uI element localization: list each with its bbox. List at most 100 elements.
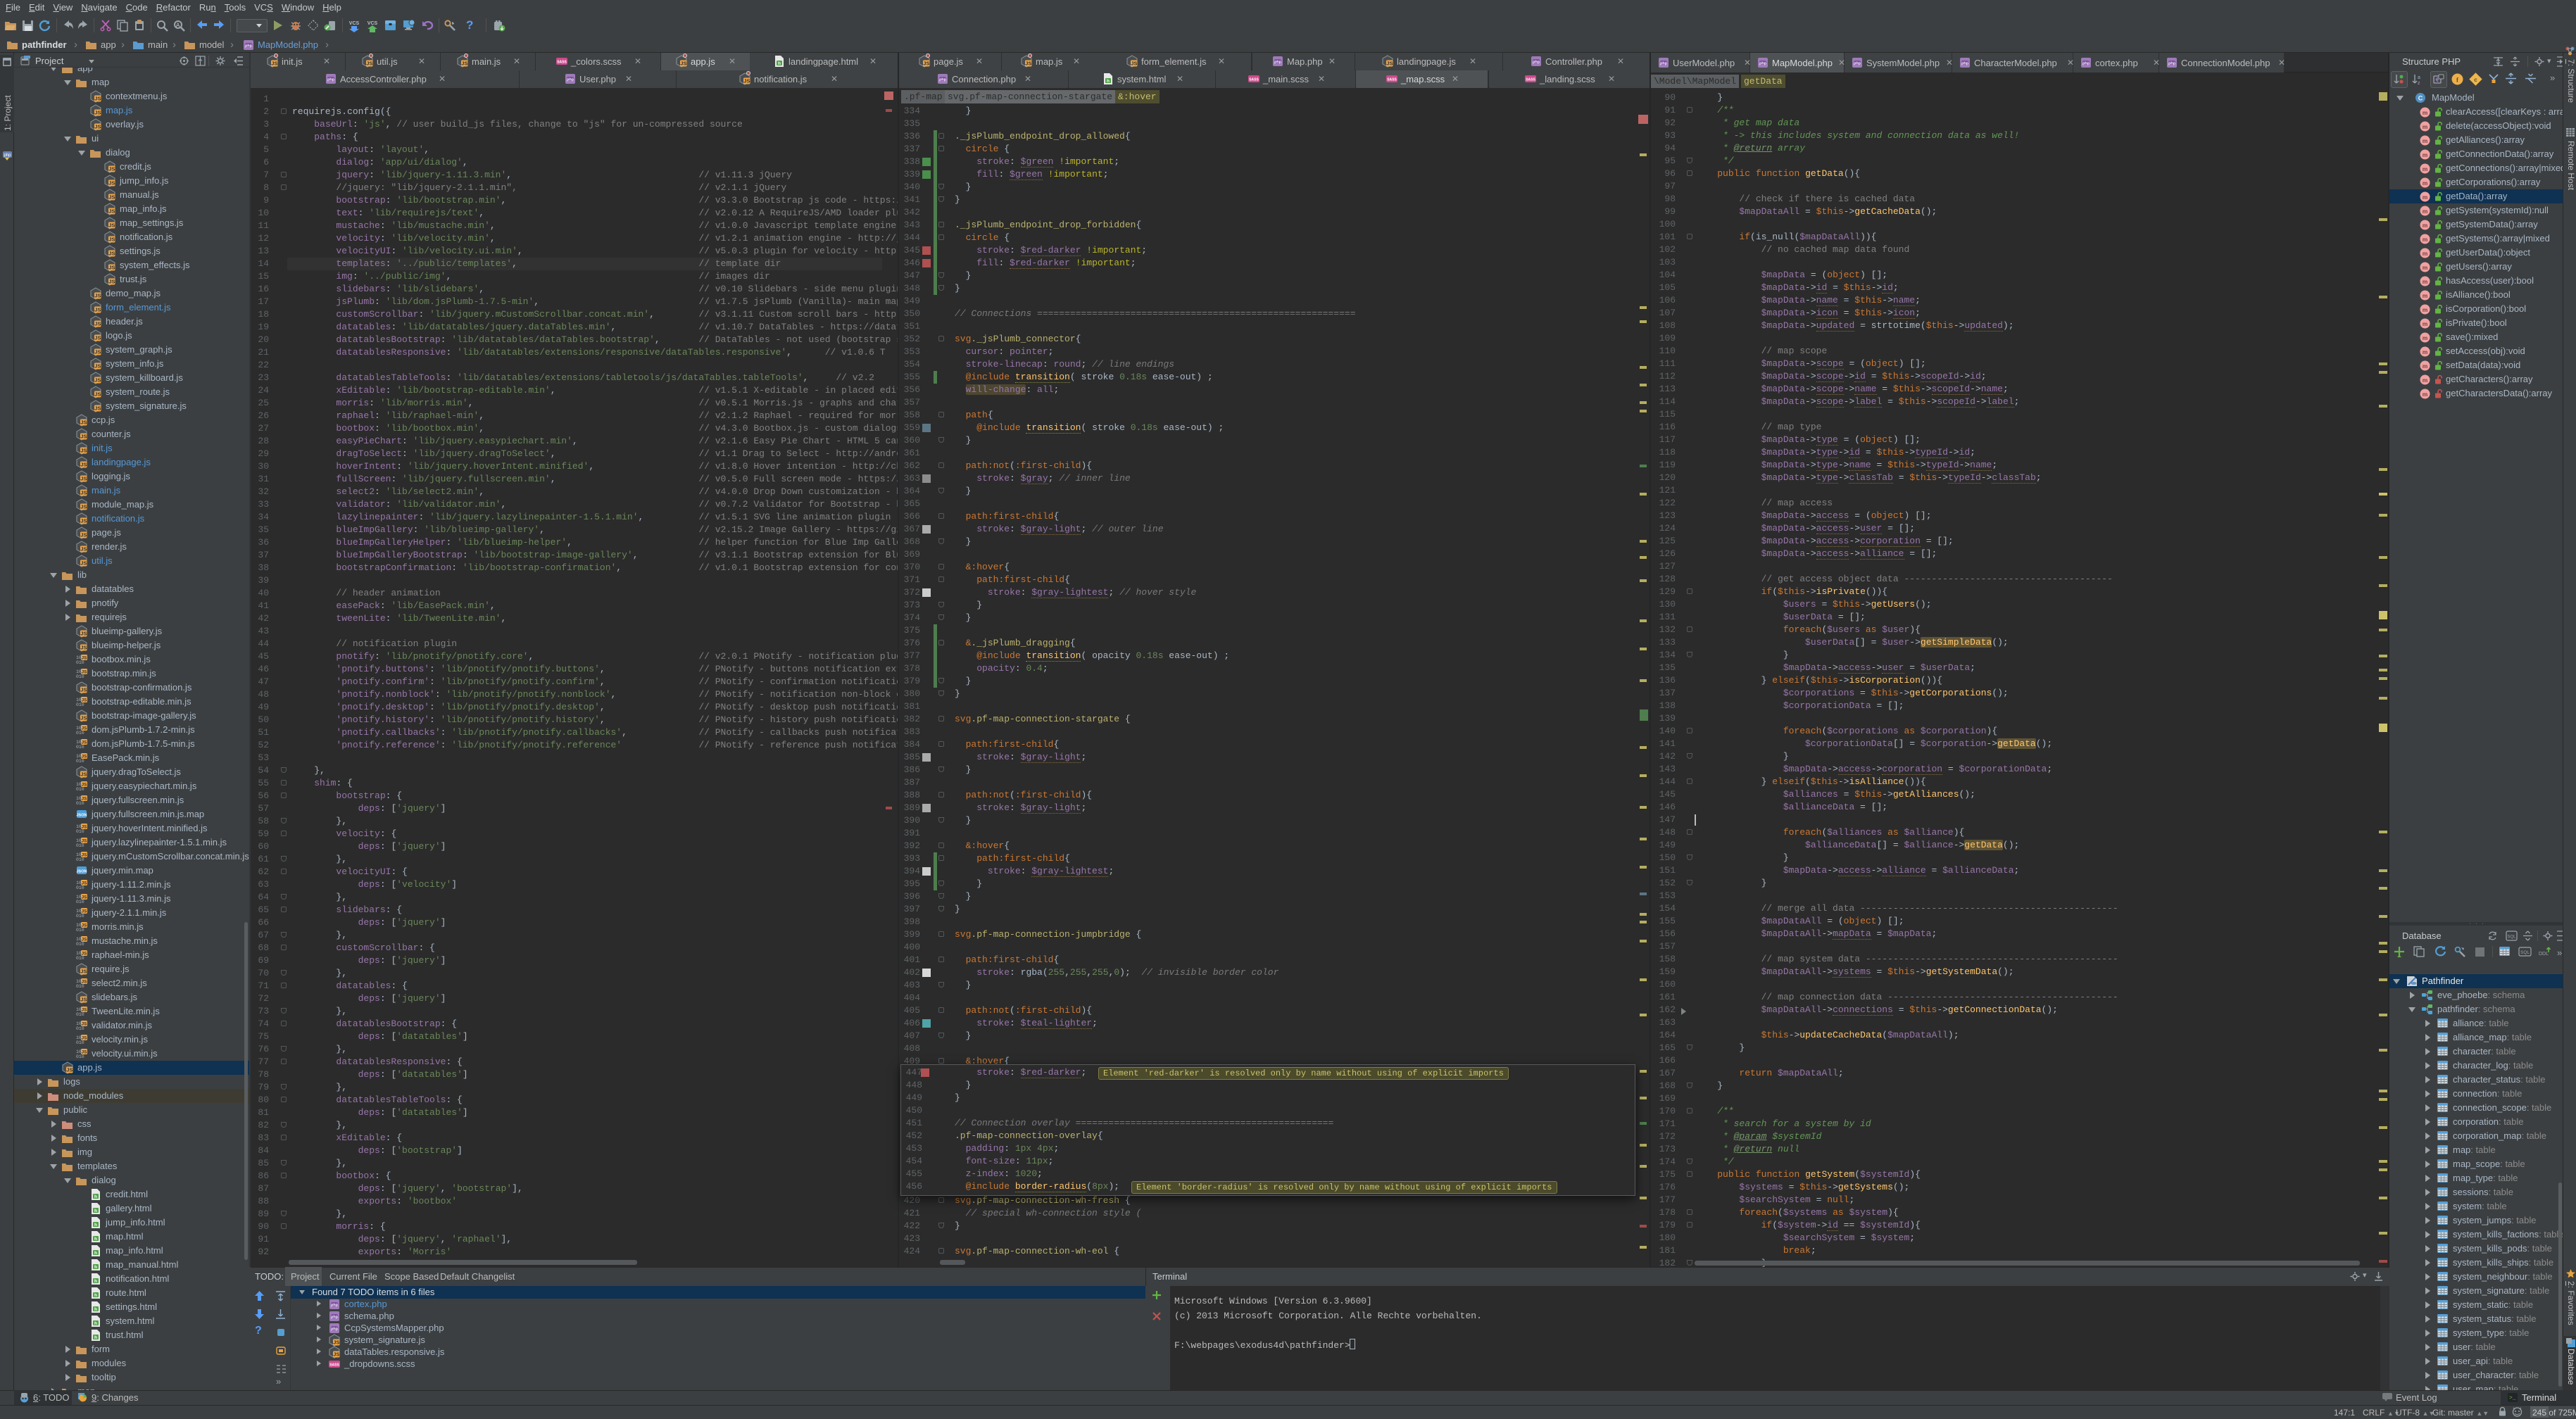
svg-text:SASS: SASS [1249,78,1259,82]
svg-text:VCS: VCS [367,21,378,26]
svg-text:010: 010 [76,660,84,665]
svg-text:JS: JS [461,61,467,67]
svg-text:010: 010 [76,900,84,904]
svg-text:php: php [1854,61,1861,65]
svg-text:JS: JS [66,1067,73,1073]
svg-text:JS: JS [82,881,88,886]
svg-text:z: z [2418,81,2420,86]
svg-text:010: 010 [76,702,84,707]
svg-text:JS: JS [82,895,88,900]
svg-text:m: m [2423,306,2428,313]
svg-text:m: m [2423,278,2428,285]
svg-text:JS: JS [82,938,88,942]
svg-text:a: a [2418,75,2420,80]
svg-text:010: 010 [76,885,84,890]
svg-text:php: php [1660,61,1668,65]
svg-text:JS: JS [82,909,88,914]
svg-text:JSON: JSON [77,870,87,874]
svg-text:JS: JS [82,1008,88,1013]
svg-text:php: php [4,153,11,158]
svg-text:JS: JS [108,265,115,271]
svg-text:JS: JS [94,307,101,313]
svg-text:JS: JS [94,110,101,116]
svg-text:SASS: SASS [1387,78,1397,82]
svg-text:JS: JS [108,251,115,257]
svg-text:h: h [94,1293,97,1298]
svg-text:JS: JS [94,321,101,327]
svg-text:010: 010 [76,731,84,736]
svg-text:m: m [2423,194,2428,201]
svg-text:JS: JS [82,755,88,759]
svg-text:JS: JS [82,839,88,844]
svg-text:h: h [94,1237,97,1242]
svg-text:m: m [2423,348,2428,355]
svg-text:JS: JS [108,180,115,187]
svg-text:JS: JS [1386,61,1393,67]
svg-text:JS: JS [80,560,87,567]
svg-text:010: 010 [76,829,84,834]
svg-text:DDL: DDL [2539,952,2549,957]
svg-text:JS: JS [80,997,87,1003]
svg-text:m: m [2423,137,2428,144]
svg-text:JS: JS [94,377,101,384]
svg-text:010: 010 [76,843,84,848]
svg-text:m: m [2423,391,2428,398]
svg-text:m: m [2423,377,2428,384]
svg-text:JS: JS [80,504,87,510]
svg-text:JS: JS [80,462,87,468]
svg-text:php: php [939,77,947,82]
svg-text:m: m [2423,320,2428,327]
svg-text:010: 010 [76,1040,84,1045]
svg-text:JS: JS [333,1351,339,1358]
svg-text:JSON: JSON [77,814,87,818]
svg-text:JS: JS [333,1339,339,1346]
svg-text:C: C [2418,95,2423,102]
svg-text:JS: JS [80,969,87,975]
svg-text:JS: JS [80,476,87,482]
svg-text:m: m [2423,208,2428,215]
svg-text:JS: JS [108,194,115,201]
svg-text:JS: JS [82,1050,88,1055]
svg-text:JS: JS [680,61,686,67]
svg-text:010: 010 [76,1012,84,1017]
svg-text:m: m [2423,165,2428,172]
svg-text:JS: JS [1131,61,1137,67]
svg-text:JS: JS [82,670,88,675]
svg-text:A: A [176,23,180,29]
svg-text:JS: JS [94,349,101,355]
svg-text:JS: JS [82,783,88,788]
svg-text:JS: JS [94,96,101,102]
svg-text:m: m [2423,292,2428,299]
svg-text:php: php [245,44,253,48]
svg-text:JS: JS [108,222,115,229]
svg-text:010: 010 [76,759,84,764]
svg-text:010: 010 [76,801,84,806]
svg-text:JS: JS [271,61,277,67]
svg-text:m: m [2423,109,2428,116]
svg-text:JS: JS [80,715,87,721]
svg-text:JS: JS [108,279,115,285]
svg-text:JS: JS [80,532,87,538]
svg-text:SASS: SASS [557,61,567,65]
svg-text:php: php [1759,61,1767,65]
svg-text:m: m [2423,236,2428,243]
svg-text:h: h [94,1194,97,1199]
svg-text:JS: JS [82,923,88,928]
svg-text:010: 010 [76,914,84,919]
svg-text:php: php [1533,60,1540,64]
svg-text:JS: JS [80,687,87,693]
svg-text:php: php [331,1327,339,1331]
svg-text:h: h [94,1223,97,1228]
svg-text:JS: JS [108,237,115,243]
svg-text:php: php [2168,61,2176,65]
svg-text:010: 010 [76,1026,84,1031]
svg-text:SQL: SQL [2520,950,2530,955]
svg-text:h: h [94,1321,97,1326]
svg-text:010: 010 [76,674,84,679]
svg-text:JS: JS [366,61,372,67]
svg-text:010: 010 [76,942,84,947]
svg-text:JS: JS [743,78,750,84]
svg-text:010: 010 [76,745,84,750]
svg-text:JS: JS [82,1036,88,1041]
svg-text:h: h [94,1279,97,1284]
